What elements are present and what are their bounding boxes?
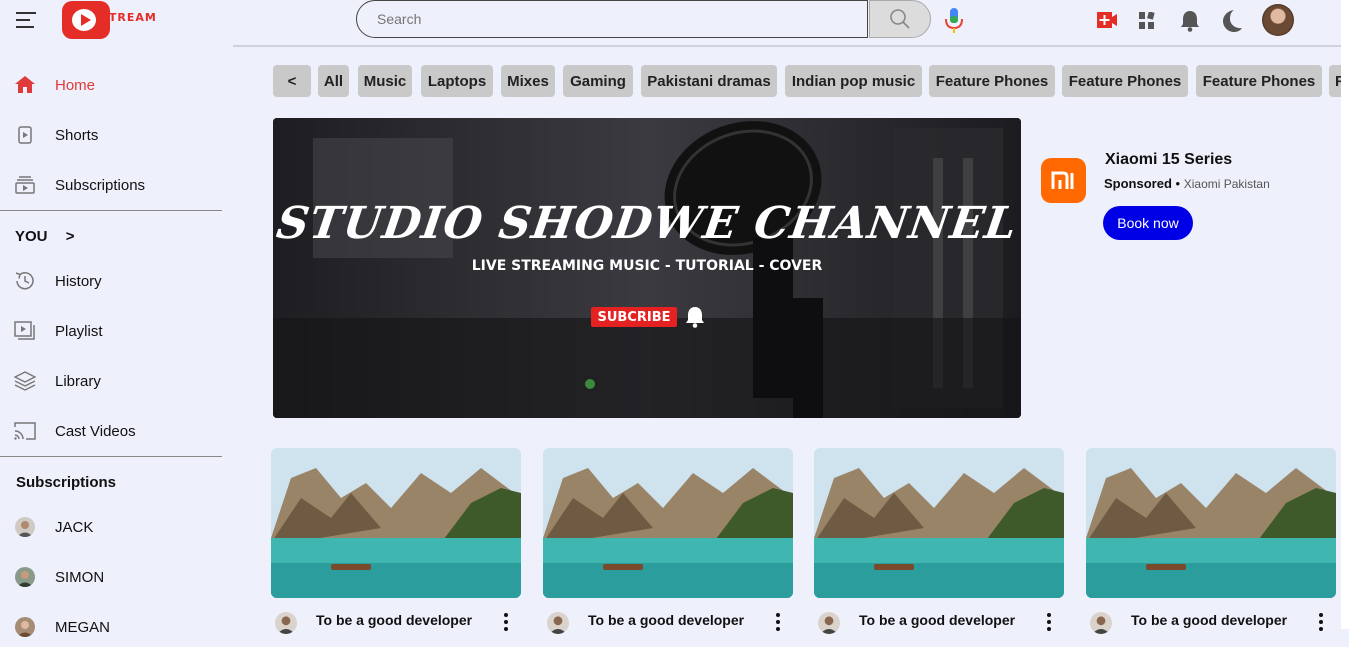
- sidebar-item-label: Playlist: [55, 322, 103, 340]
- subscription-item-simon[interactable]: SIMON: [0, 557, 222, 597]
- chip-feature-phones[interactable]: Feature Phones: [929, 65, 1055, 97]
- scrollbar[interactable]: [1341, 0, 1349, 629]
- book-now-button[interactable]: Book now: [1103, 206, 1193, 240]
- video-card[interactable]: To be a good developer: [814, 448, 1064, 634]
- mi-logo-icon: [1051, 171, 1073, 189]
- video-title[interactable]: To be a good developer: [1131, 612, 1287, 628]
- search-bar: [356, 0, 932, 40]
- chip-feature-phones[interactable]: Feature Phones: [1062, 65, 1188, 97]
- chip-partial[interactable]: F: [1329, 65, 1341, 97]
- video-title[interactable]: To be a good developer: [588, 612, 744, 628]
- video-card[interactable]: To be a good developer: [543, 448, 793, 634]
- channel-avatar[interactable]: [1090, 612, 1112, 634]
- category-chips: < All Music Laptops Mixes Gaming Pakista…: [273, 65, 1341, 99]
- chip-mixes[interactable]: Mixes: [501, 65, 555, 97]
- channel-avatar[interactable]: [547, 612, 569, 634]
- more-options-icon[interactable]: [771, 612, 785, 632]
- chevron-right-icon: >: [65, 228, 75, 245]
- user-avatar[interactable]: [1262, 4, 1294, 36]
- apps-icon[interactable]: [1139, 12, 1155, 30]
- create-video-icon[interactable]: [1097, 11, 1117, 29]
- advertiser-name: Xiaomi Pakistan: [1183, 177, 1270, 191]
- shorts-icon: [14, 124, 36, 146]
- subscriptions-icon: [14, 174, 36, 196]
- chip-all[interactable]: All: [318, 65, 349, 97]
- logo-text: STREAM: [100, 11, 157, 24]
- chip-music[interactable]: Music: [358, 65, 412, 97]
- sidebar-item-cast-videos[interactable]: Cast Videos: [0, 411, 222, 451]
- video-card[interactable]: To be a good developer: [271, 448, 521, 634]
- sidebar-item-label: Library: [55, 372, 101, 390]
- meta-separator: •: [1175, 176, 1181, 191]
- sidebar-item-subscriptions[interactable]: Subscriptions: [0, 165, 222, 205]
- chip-laptops[interactable]: Laptops: [421, 65, 493, 97]
- menu-icon[interactable]: [16, 10, 38, 30]
- banner-subscribe-button[interactable]: SUBCRIBE: [591, 307, 677, 327]
- sidebar-item-label: Subscriptions: [55, 176, 146, 194]
- chip-prev-button[interactable]: <: [273, 65, 311, 97]
- subscription-label: MEGAN: [55, 618, 111, 636]
- search-button[interactable]: [869, 0, 931, 38]
- banner-subtitle: LIVE STREAMING MUSIC - TUTORIAL - COVER: [471, 258, 823, 274]
- chip-gaming[interactable]: Gaming: [563, 65, 633, 97]
- video-card[interactable]: To be a good developer: [1086, 448, 1336, 634]
- sidebar-item-label: Home: [55, 76, 96, 94]
- subscription-label: JACK: [55, 518, 94, 536]
- you-heading-label: YOU: [15, 228, 48, 245]
- chip-feature-phones[interactable]: Feature Phones: [1196, 65, 1322, 97]
- sidebar-divider: [0, 210, 222, 211]
- video-title[interactable]: To be a good developer: [859, 612, 1015, 628]
- sidebar-item-playlist[interactable]: Playlist: [0, 311, 222, 351]
- subscriptions-heading: Subscriptions: [16, 474, 117, 491]
- playlist-icon: [14, 320, 36, 342]
- avatar: [15, 617, 35, 637]
- sidebar-item-label: Cast Videos: [55, 422, 136, 440]
- top-bar: STREAM: [0, 0, 1349, 46]
- sidebar-item-library[interactable]: Library: [0, 361, 222, 401]
- video-thumbnail[interactable]: [271, 448, 521, 598]
- sidebar-item-home[interactable]: Home: [0, 65, 222, 105]
- subscription-item-megan[interactable]: MEGAN: [0, 607, 222, 647]
- more-options-icon[interactable]: [499, 612, 513, 632]
- library-icon: [14, 370, 36, 392]
- cast-icon: [14, 420, 36, 442]
- video-thumbnail[interactable]: [814, 448, 1064, 598]
- logo[interactable]: STREAM: [62, 0, 156, 40]
- more-options-icon[interactable]: [1042, 612, 1056, 632]
- mic-icon[interactable]: [943, 7, 965, 35]
- subscription-label: SIMON: [55, 568, 105, 586]
- dark-mode-moon-icon[interactable]: [1221, 9, 1243, 33]
- channel-banner[interactable]: STUDIO SHODWE CHANNEL LIVE STREAMING MUS…: [273, 118, 1021, 418]
- video-title[interactable]: To be a good developer: [316, 612, 472, 628]
- sidebar-item-label: Shorts: [55, 126, 99, 144]
- banner-bell-icon[interactable]: [684, 306, 706, 328]
- xiaomi-logo[interactable]: [1041, 158, 1086, 203]
- ad-meta: Sponsored • Xiaomi Pakistan: [1104, 176, 1270, 191]
- sponsored-label: Sponsored: [1104, 176, 1172, 191]
- sidebar-item-shorts[interactable]: Shorts: [0, 115, 222, 155]
- sidebar-item-label: History: [55, 272, 102, 290]
- ad-title[interactable]: Xiaomi 15 Series: [1105, 151, 1232, 169]
- home-icon: [14, 74, 36, 96]
- sidebar-item-history[interactable]: History: [0, 261, 222, 301]
- you-section-heading[interactable]: YOU >: [15, 228, 74, 245]
- channel-avatar[interactable]: [818, 612, 840, 634]
- video-thumbnail[interactable]: [543, 448, 793, 598]
- chip-indian-pop-music[interactable]: Indian pop music: [785, 65, 922, 97]
- carousel-dot[interactable]: [585, 379, 595, 389]
- video-thumbnail[interactable]: [1086, 448, 1336, 598]
- chip-pakistani-dramas[interactable]: Pakistani dramas: [641, 65, 777, 97]
- search-icon: [890, 9, 910, 29]
- subscription-item-jack[interactable]: JACK: [0, 507, 222, 547]
- banner-title: STUDIO SHODWE CHANNEL: [273, 198, 1021, 249]
- avatar: [15, 567, 35, 587]
- sidebar-divider: [0, 456, 222, 457]
- header-divider: [233, 45, 1341, 47]
- avatar: [15, 517, 35, 537]
- history-icon: [14, 270, 36, 292]
- notifications-bell-icon[interactable]: [1180, 10, 1200, 32]
- search-input[interactable]: [356, 0, 868, 38]
- more-options-icon[interactable]: [1314, 612, 1328, 632]
- channel-avatar[interactable]: [275, 612, 297, 634]
